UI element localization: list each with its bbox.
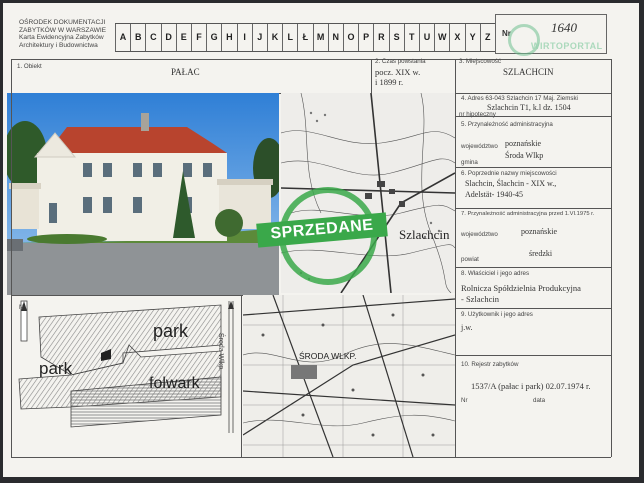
letter-cell: M bbox=[312, 23, 328, 51]
letter-cell: R bbox=[373, 23, 388, 51]
watermark-logo-icon bbox=[508, 24, 540, 56]
letter-cell: J bbox=[251, 23, 267, 51]
gmina-value: Środa Wlkp bbox=[505, 151, 544, 160]
letter-cell: P bbox=[358, 23, 373, 51]
plan-road-label: Środa Wlkp. bbox=[217, 333, 224, 372]
miejsc-label: 3. Miejscowość bbox=[459, 58, 501, 65]
letter-cell: E bbox=[175, 23, 191, 51]
letter-cell: B bbox=[130, 23, 145, 51]
plan-folwark-label: folwark bbox=[149, 375, 200, 392]
poprz-value: Adelstät- 1940-45 bbox=[465, 190, 523, 199]
przyn-label: 5. Przynależność administracyjna bbox=[461, 121, 553, 128]
letter-cell: Y bbox=[464, 23, 480, 51]
watermark-text: WIRTOPORTAL bbox=[531, 41, 603, 51]
org-line: Karta Ewidencyjna Zabytków bbox=[19, 34, 104, 42]
rejestr-nr-label: Nr bbox=[461, 397, 468, 404]
plan-park-label: park bbox=[153, 321, 189, 341]
nr-value: 1640 bbox=[551, 20, 577, 35]
org-header: OŚRODEK DOKUMENTACJI ZABYTKÓW W WARSZAWI… bbox=[19, 19, 106, 49]
letter-cell: Z bbox=[479, 23, 495, 51]
poprz-value: Slachcin, Ślachcin - XIX w., bbox=[465, 179, 557, 188]
gmina-label: gmina bbox=[461, 159, 478, 166]
uzytk-value: j.w. bbox=[461, 323, 473, 332]
woj-value: poznańskie bbox=[505, 139, 541, 148]
czas-label: 2. Czas powstania bbox=[375, 58, 426, 65]
wlasc-value: - Szlachcin bbox=[461, 294, 499, 304]
woj2-label: województwo bbox=[461, 231, 498, 238]
powiat-value: średzki bbox=[529, 249, 553, 258]
org-line: Architektury i Budownictwa bbox=[19, 41, 98, 49]
wlasc-value: Rolnicza Spółdzielnia Produkcyjna bbox=[461, 283, 581, 293]
registry-card: OŚRODEK DOKUMENTACJI ZABYTKÓW W WARSZAWI… bbox=[3, 3, 639, 477]
czas-value: pocz. XIX w. bbox=[375, 67, 421, 77]
letter-cell: O bbox=[343, 23, 358, 51]
przyn75-label: 7. Przynależność administracyjna przed 1… bbox=[461, 211, 595, 217]
rejestr-label: 10. Rejestr zabytków bbox=[461, 361, 519, 368]
letter-cell: D bbox=[160, 23, 176, 51]
plan-park-label: park bbox=[39, 359, 73, 378]
regional-town-label: ŚRODA WLKP. bbox=[299, 350, 356, 361]
rejestr-data-label: data bbox=[533, 397, 546, 404]
letter-cell: N bbox=[327, 23, 343, 51]
powiat-label: powiat bbox=[461, 256, 479, 263]
letter-cell: G bbox=[206, 23, 221, 51]
letter-cell: A bbox=[115, 23, 130, 51]
letter-cell: H bbox=[221, 23, 236, 51]
adres-label: 4. Adres 63-043 Szlachcin 17 Maj. Ziemsk… bbox=[461, 95, 578, 102]
adres-value: Szlachcin T1, k.l dz. 1504 bbox=[487, 103, 571, 112]
letter-cell: W bbox=[434, 23, 449, 51]
topo-place-label: Szlachcin bbox=[399, 227, 450, 242]
miejsc-value: SZLACHCIN bbox=[503, 67, 554, 77]
poprz-label: 6. Poprzednie nazwy miejscowości bbox=[461, 170, 557, 177]
palace-photo bbox=[7, 93, 279, 295]
letter-cell: U bbox=[419, 23, 434, 51]
org-line: OŚRODEK DOKUMENTACJI bbox=[19, 19, 106, 26]
letter-cell: K bbox=[267, 23, 282, 51]
regional-map: ŚRODA WLKP. bbox=[243, 295, 455, 457]
letter-cell: X bbox=[449, 23, 464, 51]
woj-label: województwo bbox=[461, 143, 498, 150]
org-line: ZABYTKÓW W WARSZAWIE bbox=[19, 26, 107, 34]
letter-cell: S bbox=[388, 23, 404, 51]
letter-cell: Ł bbox=[297, 23, 312, 51]
rejestr-value: 1537/A (pałac i park) 02.07.1974 r. bbox=[471, 381, 591, 391]
obiekt-label: 1. Obiekt bbox=[17, 63, 42, 70]
obiekt-value: PAŁAC bbox=[171, 67, 200, 77]
letter-cell: I bbox=[236, 23, 252, 51]
uzytk-label: 9. Użytkownik i jego adres bbox=[461, 311, 533, 318]
letter-cell: C bbox=[145, 23, 160, 51]
letter-cell: T bbox=[403, 23, 419, 51]
czas-value: i 1899 r. bbox=[375, 77, 404, 87]
letter-cell: F bbox=[191, 23, 206, 51]
letter-cell: L bbox=[282, 23, 297, 51]
woj2-value: poznańskie bbox=[521, 227, 557, 236]
plan-north-label: N bbox=[19, 305, 24, 311]
wlasc-label: 8. Właściciel i jego adres bbox=[461, 270, 530, 277]
